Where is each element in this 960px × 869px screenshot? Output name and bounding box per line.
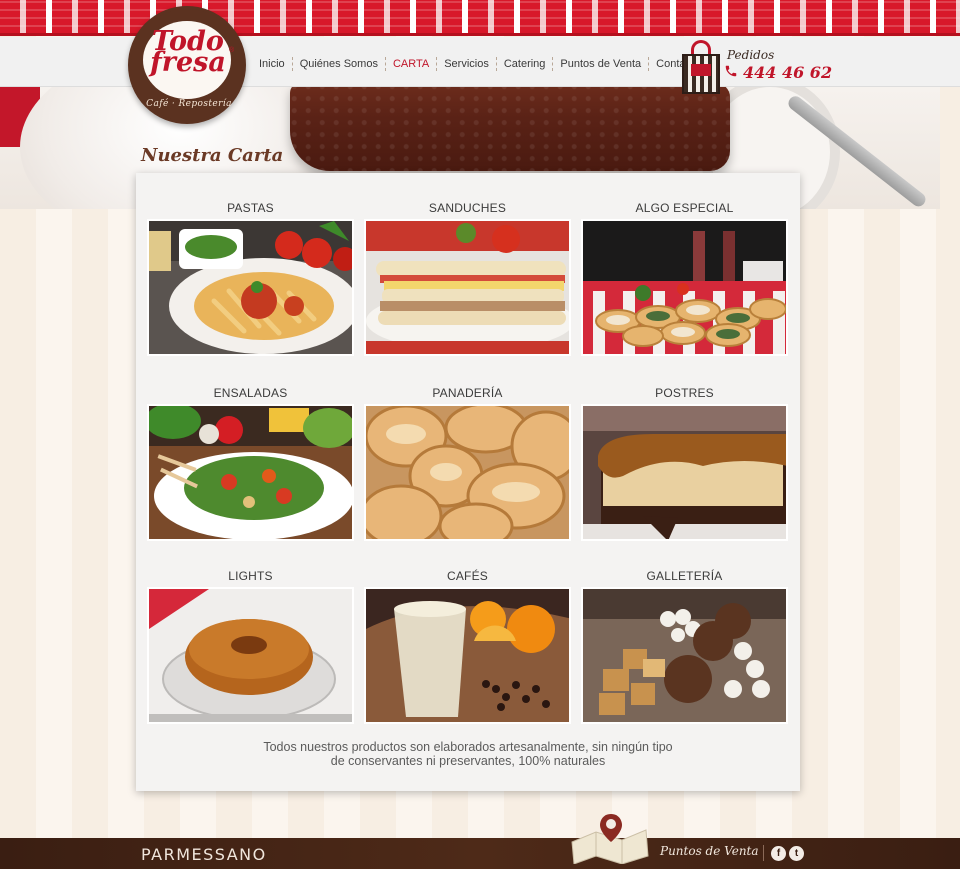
category-title: SANDUCHES	[428, 201, 507, 215]
bag-label	[691, 64, 711, 76]
shopping-bag-icon[interactable]	[682, 40, 722, 94]
nav-item-carta[interactable]: CARTA	[386, 57, 438, 71]
hero-cake-image	[290, 87, 730, 171]
footer: PARMESSANO Puntos de Venta f t	[0, 838, 960, 869]
lights-photo[interactable]	[147, 587, 354, 724]
category-title: PASTAS	[227, 201, 274, 215]
footnote-line-1: Todos nuestros productos son elaborados …	[263, 740, 673, 754]
footer-puntos-de-venta-link[interactable]: Puntos de Venta	[660, 844, 759, 858]
category-title: PANADERÍA	[432, 386, 503, 400]
postres-photo[interactable]	[581, 404, 788, 541]
sanduches-photo[interactable]	[364, 219, 571, 356]
menu-card: PASTAS SANDUCHES ALGO ESPECIAL ENSALADAS…	[136, 173, 800, 791]
category-title: POSTRES	[655, 386, 714, 400]
footer-partner-logo[interactable]: PARMESSANO	[141, 845, 267, 864]
pastas-photo[interactable]	[147, 219, 354, 356]
main-nav: Inicio Quiénes Somos CARTA Servicios Cat…	[252, 57, 707, 71]
orders-label: Pedidos	[727, 48, 775, 62]
category-title: CAFÉS	[446, 569, 488, 583]
logo-brand-name: Todo fresa	[150, 26, 226, 78]
algo-especial-photo[interactable]	[581, 219, 788, 356]
footnote-line-2: de conservantes ni preservantes, 100% na…	[330, 754, 606, 768]
footer-divider	[763, 845, 764, 861]
logo-tagline: Café · Repostería	[146, 99, 232, 109]
galleteria-photo[interactable]	[581, 587, 788, 724]
category-title: ALGO ESPECIAL	[635, 201, 734, 215]
facebook-icon[interactable]: f	[771, 846, 786, 861]
logo-registered-mark: ®	[229, 47, 235, 54]
phone-icon	[725, 65, 737, 77]
orders-phone-link[interactable]: 444 46 62	[743, 63, 832, 82]
map-pin-icon[interactable]	[566, 812, 650, 864]
nav-item-puntos-de-venta[interactable]: Puntos de Venta	[553, 57, 650, 71]
ensaladas-photo[interactable]	[147, 404, 354, 541]
category-title: LIGHTS	[228, 569, 273, 583]
nav-item-servicios[interactable]: Servicios	[437, 57, 497, 71]
cafes-photo[interactable]	[364, 587, 571, 724]
footnote: Todos nuestros productos son elaborados …	[136, 740, 800, 768]
category-title: ENSALADAS	[213, 386, 288, 400]
category-title: GALLETERÍA	[646, 569, 723, 583]
logo[interactable]: Todo fresa ® Café · Repostería	[128, 6, 246, 124]
nav-item-inicio[interactable]: Inicio	[252, 57, 293, 71]
nav-item-quienes-somos[interactable]: Quiénes Somos	[293, 57, 386, 71]
panaderia-photo[interactable]	[364, 404, 571, 541]
nav-item-catering[interactable]: Catering	[497, 57, 554, 71]
page-title: Nuestra Carta	[141, 145, 284, 166]
twitter-icon[interactable]: t	[789, 846, 804, 861]
